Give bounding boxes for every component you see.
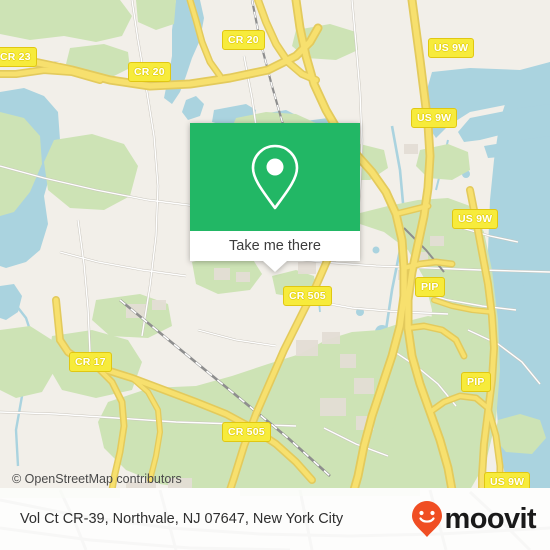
moovit-pin-smiley-icon <box>411 501 442 537</box>
road-shield: CR 505 <box>283 286 332 306</box>
osm-attribution[interactable]: © OpenStreetMap contributors <box>12 472 182 486</box>
callout-image-panel <box>190 123 360 231</box>
map-pin-icon <box>251 144 299 210</box>
road-shield: CR 23 <box>0 47 37 67</box>
location-address: Vol Ct CR-39, Northvale, NJ 07647, New Y… <box>20 511 344 527</box>
road-shield: CR 20 <box>222 30 265 50</box>
map-canvas[interactable]: CR 23 CR 20 CR 20 US 9W US 9W US 9W PIP CR 505 P… <box>0 0 550 490</box>
moovit-logo[interactable]: moovit <box>411 500 537 538</box>
road-shield: CR 20 <box>128 62 171 82</box>
road-shield: CR 505 <box>222 422 271 442</box>
road-shield: US 9W <box>428 38 475 58</box>
take-me-there-button[interactable]: Take me there <box>190 231 360 272</box>
road-shield: US 9W <box>452 209 499 229</box>
road-shield: PIP <box>415 277 445 297</box>
moovit-map-screenshot: CR 23 CR 20 CR 20 US 9W US 9W US 9W PIP CR 505 P… <box>0 0 550 550</box>
footer-bar: Vol Ct CR-39, Northvale, NJ 07647, New Y… <box>0 488 550 550</box>
callout-tail <box>263 261 287 272</box>
road-shield: PIP <box>461 372 491 392</box>
road-shield: CR 17 <box>69 352 112 372</box>
take-me-there-label: Take me there <box>229 238 321 254</box>
location-callout[interactable]: Take me there <box>190 123 360 272</box>
moovit-wordmark: moovit <box>444 502 537 535</box>
road-shield: US 9W <box>411 108 458 128</box>
